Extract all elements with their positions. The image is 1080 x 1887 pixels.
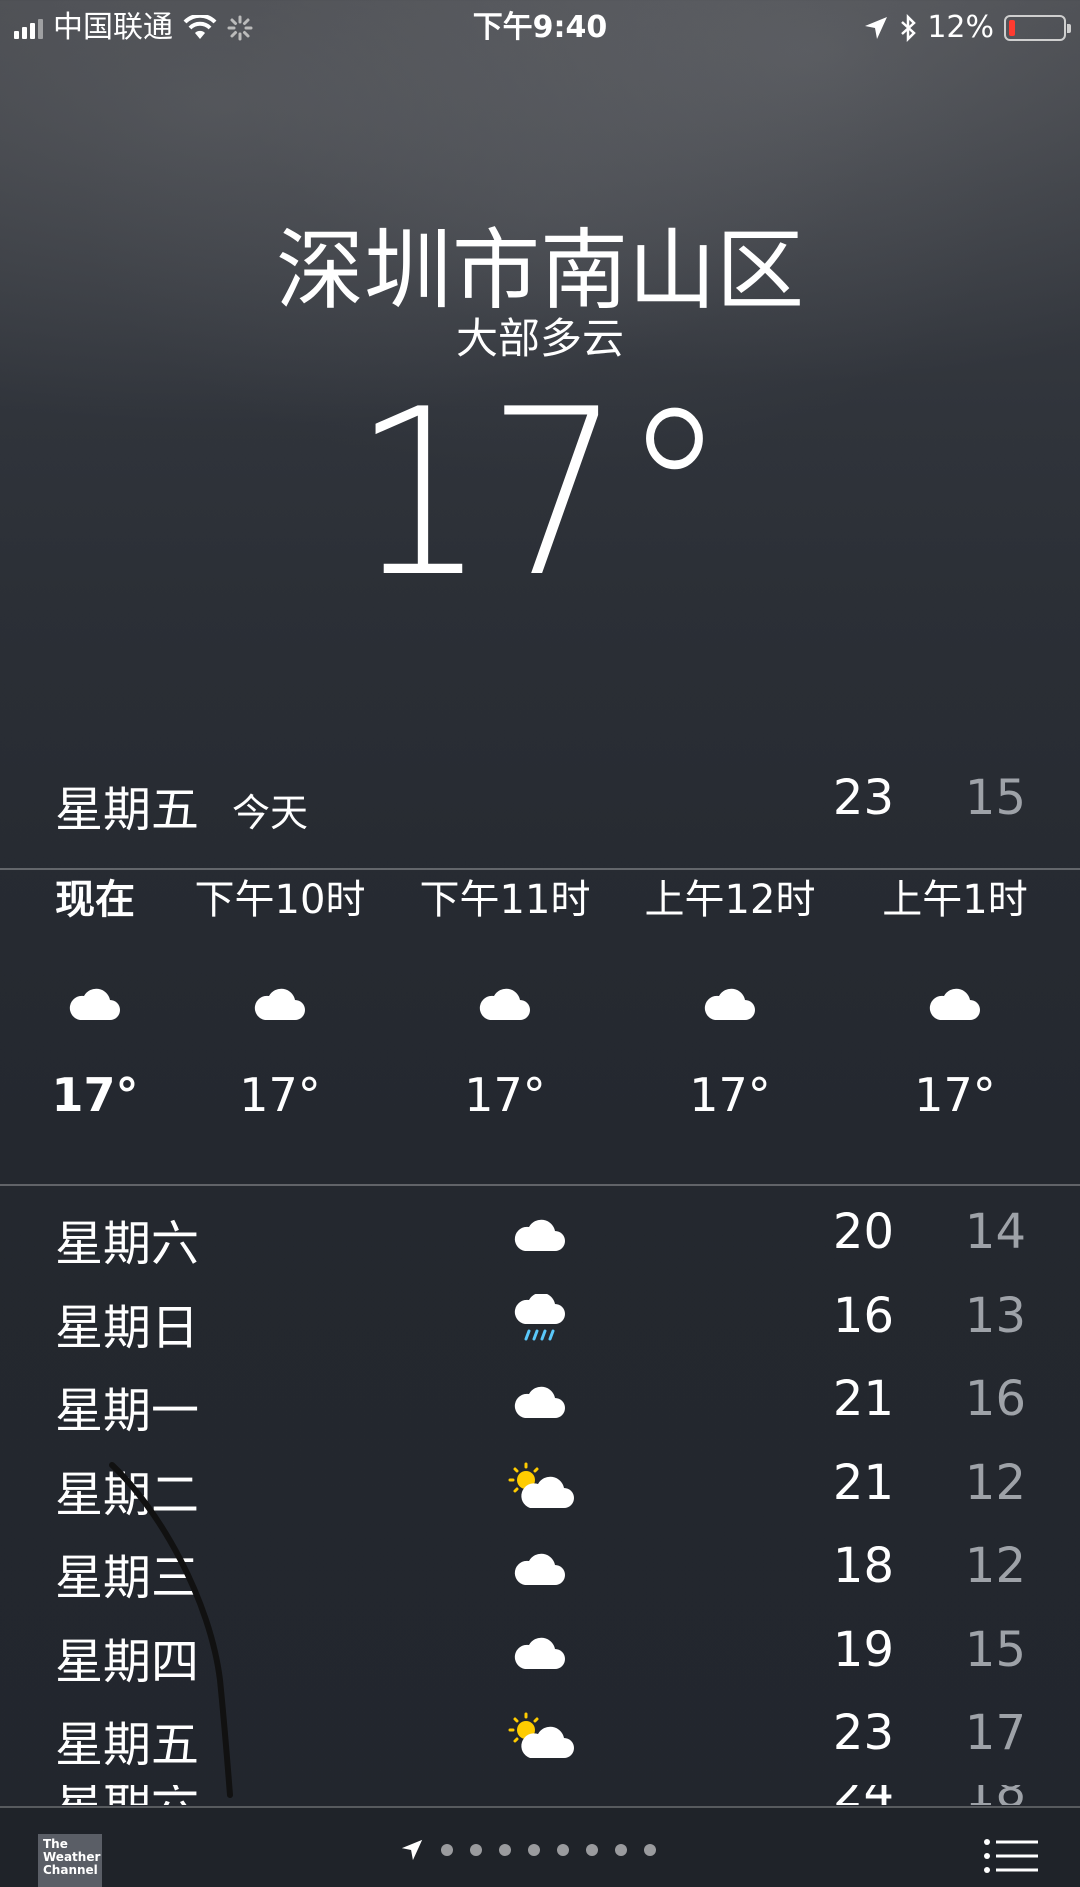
page-dot — [528, 1844, 540, 1856]
location-arrow-icon — [865, 17, 888, 39]
page-dot — [557, 1844, 569, 1856]
today-high: 23 — [832, 770, 894, 826]
hourly-item: 下午11时 17° — [405, 870, 605, 1125]
hour-label: 下午11时 — [419, 877, 591, 923]
daily-row: 星期六 20 14 — [0, 1196, 1080, 1280]
hour-label: 现在 — [55, 877, 135, 923]
today-row: 星期五 今天 23 15 — [0, 770, 1080, 850]
daily-row: 星期日 16 13 — [0, 1280, 1080, 1364]
day-low: 13 — [964, 1287, 1026, 1344]
hour-label: 上午1时 — [882, 877, 1028, 923]
hourly-forecast[interactable]: 现在 17° 下午10时 17° 下午11时 17° 上午12时 17° 上午1… — [0, 870, 1080, 1170]
cloud-icon — [514, 1553, 565, 1585]
hour-temp: 17° — [239, 1068, 321, 1122]
day-high: 23 — [832, 1705, 894, 1761]
partly-sunny-icon — [508, 1462, 574, 1508]
current-temperature: 17° — [352, 361, 728, 628]
cloud-icon — [514, 1219, 565, 1251]
cloud-icon — [479, 988, 530, 1020]
list-icon[interactable] — [982, 1836, 1040, 1876]
page-dot — [470, 1844, 482, 1856]
day-high: 21 — [832, 1371, 894, 1427]
partly-sunny-icon — [508, 1712, 574, 1758]
page-indicator[interactable] — [400, 1838, 656, 1862]
bottom-bar: The Weather Channel — [0, 1806, 1080, 1887]
page-dot — [586, 1844, 598, 1856]
day-name: 星期六 — [55, 1216, 200, 1272]
hour-label: 下午10时 — [194, 877, 366, 923]
battery-level — [1009, 20, 1015, 36]
cloud-icon — [514, 1386, 565, 1418]
battery-icon — [1004, 15, 1071, 41]
page-dot — [615, 1844, 627, 1856]
weather-channel-logo[interactable]: The Weather Channel — [38, 1834, 102, 1887]
hourly-item: 上午1时 17° — [855, 870, 1055, 1125]
day-name: 星期一 — [55, 1383, 200, 1439]
day-high: 21 — [832, 1454, 894, 1511]
status-bar: 中国联通 下午9:40 12% — [0, 0, 1080, 56]
cloud-icon — [514, 1637, 565, 1669]
hourly-item: 上午12时 17° — [630, 870, 830, 1125]
today-tag: 今天 — [232, 791, 309, 835]
location-arrow-icon — [401, 1839, 423, 1861]
hourly-item: 现在 17° — [0, 870, 195, 1125]
day-name: 星期日 — [55, 1299, 200, 1356]
hourly-item: 下午10时 17° — [180, 870, 380, 1125]
today-low: 15 — [964, 770, 1026, 826]
bluetooth-icon — [901, 14, 917, 42]
day-low: 16 — [964, 1371, 1026, 1427]
battery-percent: 12% — [927, 10, 994, 45]
daily-row: 星期一 21 16 — [0, 1363, 1080, 1447]
day-high: 19 — [832, 1621, 894, 1678]
page-dot — [499, 1844, 511, 1856]
divider-bottom — [0, 1184, 1080, 1186]
cloud-icon — [704, 988, 755, 1020]
day-low: 15 — [964, 1621, 1026, 1678]
cloud-icon — [254, 988, 305, 1020]
day-low: 12 — [964, 1454, 1026, 1511]
hour-temp: 17° — [51, 1068, 139, 1122]
cloud-icon — [69, 988, 120, 1020]
day-low: 18 — [965, 1785, 1026, 1805]
day-high: 24 — [833, 1785, 894, 1805]
day-high: 16 — [832, 1287, 894, 1344]
page-dot — [441, 1844, 453, 1856]
day-low: 12 — [964, 1538, 1026, 1594]
hour-temp: 17° — [689, 1068, 771, 1122]
page-dot — [644, 1844, 656, 1856]
day-low: 14 — [964, 1204, 1026, 1260]
rain-cloud-icon — [514, 1293, 565, 1340]
weather-condition: 大部多云 — [455, 314, 624, 363]
today-day: 星期五 — [55, 782, 200, 838]
hour-temp: 17° — [464, 1068, 546, 1122]
hour-temp: 17° — [914, 1068, 996, 1122]
cloud-icon — [929, 988, 980, 1020]
hour-label: 上午12时 — [644, 877, 816, 923]
day-low: 17 — [964, 1705, 1026, 1761]
day-high: 20 — [832, 1204, 894, 1260]
pen-stroke — [109, 1462, 233, 1798]
day-high: 18 — [832, 1538, 894, 1594]
